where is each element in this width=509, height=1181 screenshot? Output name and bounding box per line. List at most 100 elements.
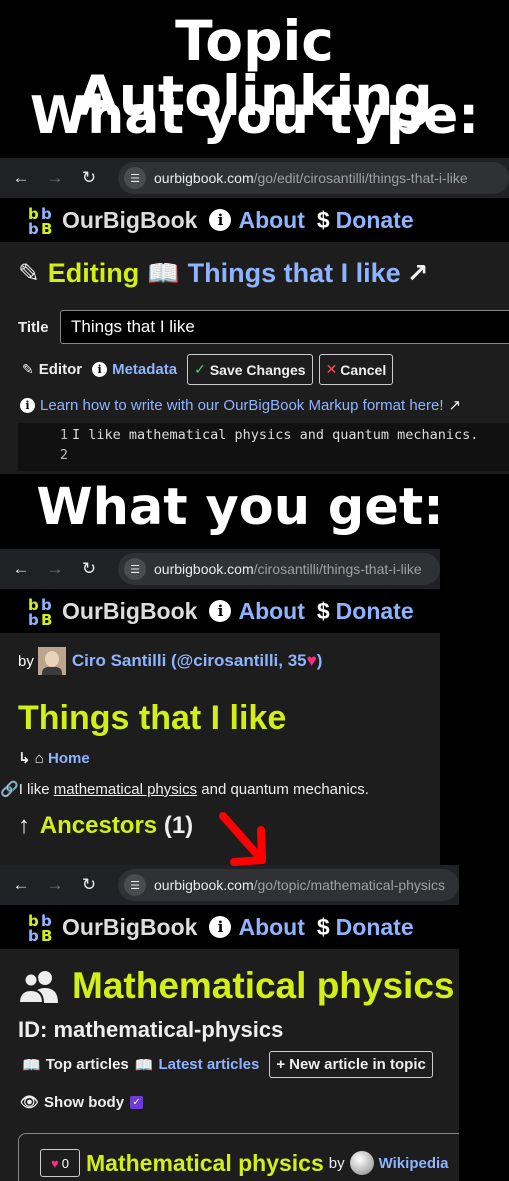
browser-toolbar: ← → ↻ ☰ ourbigbook.com/go/topic/mathemat… <box>0 865 459 905</box>
browser-toolbar: ← → ↻ ☰ ourbigbook.com/cirosantilli/thin… <box>0 549 440 589</box>
forward-arrow-icon[interactable]: → <box>42 556 68 582</box>
brand-name[interactable]: OurBigBook <box>62 207 197 234</box>
site-settings-icon[interactable]: ☰ <box>124 874 146 896</box>
home-icon: ⌂ <box>34 750 44 767</box>
editor-screenshot-panel: ← → ↻ ☰ ourbigbook.com/go/edit/cirosanti… <box>0 158 509 474</box>
cancel-button[interactable]: ✕ Cancel <box>318 354 394 385</box>
about-link[interactable]: About <box>238 598 304 625</box>
home-breadcrumb: ↳ ⌂ Home <box>18 749 90 767</box>
about-link[interactable]: About <box>238 207 304 234</box>
show-body-toggle[interactable]: 👁 Show body ✓ <box>20 1093 144 1111</box>
info-icon: i <box>209 916 232 938</box>
info-icon: i <box>209 600 232 622</box>
book-icon: 📖 <box>147 258 180 288</box>
topic-screenshot-panel: ← → ↻ ☰ ourbigbook.com/go/topic/mathemat… <box>0 865 459 1181</box>
edit-icon: ✎ <box>22 361 34 377</box>
dollar-icon: $ <box>316 597 330 624</box>
wikipedia-avatar[interactable] <box>349 1151 374 1175</box>
back-arrow-icon[interactable]: ← <box>8 165 34 191</box>
topic-id: ID: mathematical-physics <box>18 1017 284 1042</box>
avatar[interactable] <box>37 647 66 675</box>
card-author-link[interactable]: Wikipedia <box>379 1155 449 1172</box>
title-input[interactable]: Things that I like <box>60 310 509 344</box>
author-link[interactable]: Ciro Santilli (@cirosantilli, 35♥) <box>72 651 323 671</box>
heading-what-you-type: What you type: <box>29 86 480 146</box>
author-byline: by Ciro Santilli (@cirosantilli, 35♥) <box>18 647 322 675</box>
metadata-tab[interactable]: i Metadata <box>92 361 177 378</box>
card-by-label: by <box>328 1154 345 1172</box>
info-icon: i <box>20 397 35 413</box>
back-arrow-icon[interactable]: ← <box>8 556 34 582</box>
dollar-icon: $ <box>316 206 330 233</box>
url-text: ourbigbook.com/cirosantilli/things-that-… <box>154 561 422 577</box>
brand-name[interactable]: OurBigBook <box>62 598 197 625</box>
donate-link[interactable]: Donate <box>336 914 414 941</box>
title-field-row: Title Things that I like <box>18 310 509 344</box>
code-editor[interactable]: 1 I like mathematical physics and quantu… <box>18 423 509 471</box>
learn-markup-link[interactable]: Learn how to write with our OurBigBook M… <box>40 397 444 414</box>
site-navbar: b b b B OurBigBook i About $ Donate <box>0 589 440 633</box>
svg-text:B: B <box>41 220 52 235</box>
site-navbar: b b b B OurBigBook i About $ Donate <box>0 198 509 242</box>
site-settings-icon[interactable]: ☰ <box>124 558 146 580</box>
about-link[interactable]: About <box>238 914 304 941</box>
code-line[interactable]: I like mathematical physics and quantum … <box>72 427 478 443</box>
donate-link[interactable]: Donate <box>336 598 414 625</box>
ourbigbook-logo-icon[interactable]: b b b B <box>28 596 56 626</box>
editor-toolbar: ✎ Editor i Metadata ✓ Save Changes ✕ Cancel <box>22 354 399 385</box>
check-icon: ✓ <box>194 361 206 377</box>
svg-text:b: b <box>28 220 39 235</box>
site-settings-icon[interactable]: ☰ <box>124 167 146 189</box>
new-article-in-topic-button[interactable]: + New article in topic <box>269 1051 433 1078</box>
editing-header: ✎ Editing 📖 Things that I like ↗ <box>18 258 436 289</box>
donate-link[interactable]: Donate <box>336 207 414 234</box>
forward-arrow-icon[interactable]: → <box>42 872 68 898</box>
ancestors-count: (1) <box>163 812 194 839</box>
ourbigbook-logo-icon[interactable]: b b b B <box>28 205 56 235</box>
reload-icon[interactable]: ↻ <box>76 872 102 898</box>
plus-icon: + <box>276 1056 286 1073</box>
arrow-up-icon: ↑ <box>18 812 30 839</box>
browser-toolbar: ← → ↻ ☰ ourbigbook.com/go/edit/cirosanti… <box>0 158 509 198</box>
tab-top-articles[interactable]: 📖 Top articles <box>22 1056 129 1074</box>
editor-tab[interactable]: ✎ Editor <box>22 361 82 378</box>
article-title-link[interactable]: Things that I like <box>188 258 401 289</box>
reload-icon[interactable]: ↻ <box>76 165 102 191</box>
book-icon: 📖 <box>22 1056 41 1074</box>
ourbigbook-logo-icon[interactable]: b b b B <box>28 912 56 942</box>
dollar-icon: $ <box>316 913 330 940</box>
show-body-checkbox[interactable]: ✓ <box>130 1095 144 1109</box>
tab-latest-articles[interactable]: 📖 Latest articles <box>135 1056 260 1074</box>
mathematical-physics-link[interactable]: mathematical physics <box>54 781 197 798</box>
editing-label: Editing <box>47 258 140 288</box>
external-link-icon[interactable]: ↗ <box>449 396 462 414</box>
save-changes-button[interactable]: ✓ Save Changes <box>187 354 313 385</box>
heart-icon: ♥ <box>306 651 317 670</box>
url-text: ourbigbook.com/go/topic/mathematical-phy… <box>154 877 446 893</box>
title-label: Title <box>18 318 49 336</box>
address-bar[interactable]: ☰ ourbigbook.com/go/edit/cirosantilli/th… <box>118 162 509 194</box>
forward-arrow-icon[interactable]: → <box>42 165 68 191</box>
topic-tabs: 📖 Top articles 📖 Latest articles + New arti… <box>22 1051 433 1078</box>
address-bar[interactable]: ☰ ourbigbook.com/go/topic/mathematical-p… <box>118 869 459 901</box>
show-body-label: Show body <box>44 1093 125 1111</box>
brand-name[interactable]: OurBigBook <box>62 914 197 941</box>
topic-title: Mathematical physics <box>72 965 455 1006</box>
address-bar[interactable]: ☰ ourbigbook.com/cirosantilli/things-tha… <box>118 553 440 585</box>
home-link[interactable]: Home <box>48 750 90 767</box>
heart-icon: ♥ <box>51 1155 59 1171</box>
users-icon <box>18 971 58 1003</box>
reload-icon[interactable]: ↻ <box>76 556 102 582</box>
article-card-header: ♥ 0 Mathematical physics by Wikipedia <box>40 1149 449 1177</box>
book-icon: 📖 <box>134 1056 154 1074</box>
by-label: by <box>18 652 34 670</box>
info-icon: i <box>92 362 108 377</box>
like-button[interactable]: ♥ 0 <box>40 1149 80 1177</box>
svg-text:B: B <box>41 611 52 626</box>
return-arrow-icon: ↳ <box>18 750 31 767</box>
site-navbar: b b b B OurBigBook i About $ Donate <box>0 905 459 949</box>
back-arrow-icon[interactable]: ← <box>8 872 34 898</box>
chain-link-icon[interactable]: 🔗 <box>0 781 19 798</box>
external-link-icon[interactable]: ↗ <box>407 258 429 289</box>
card-article-title[interactable]: Mathematical physics <box>86 1150 324 1177</box>
